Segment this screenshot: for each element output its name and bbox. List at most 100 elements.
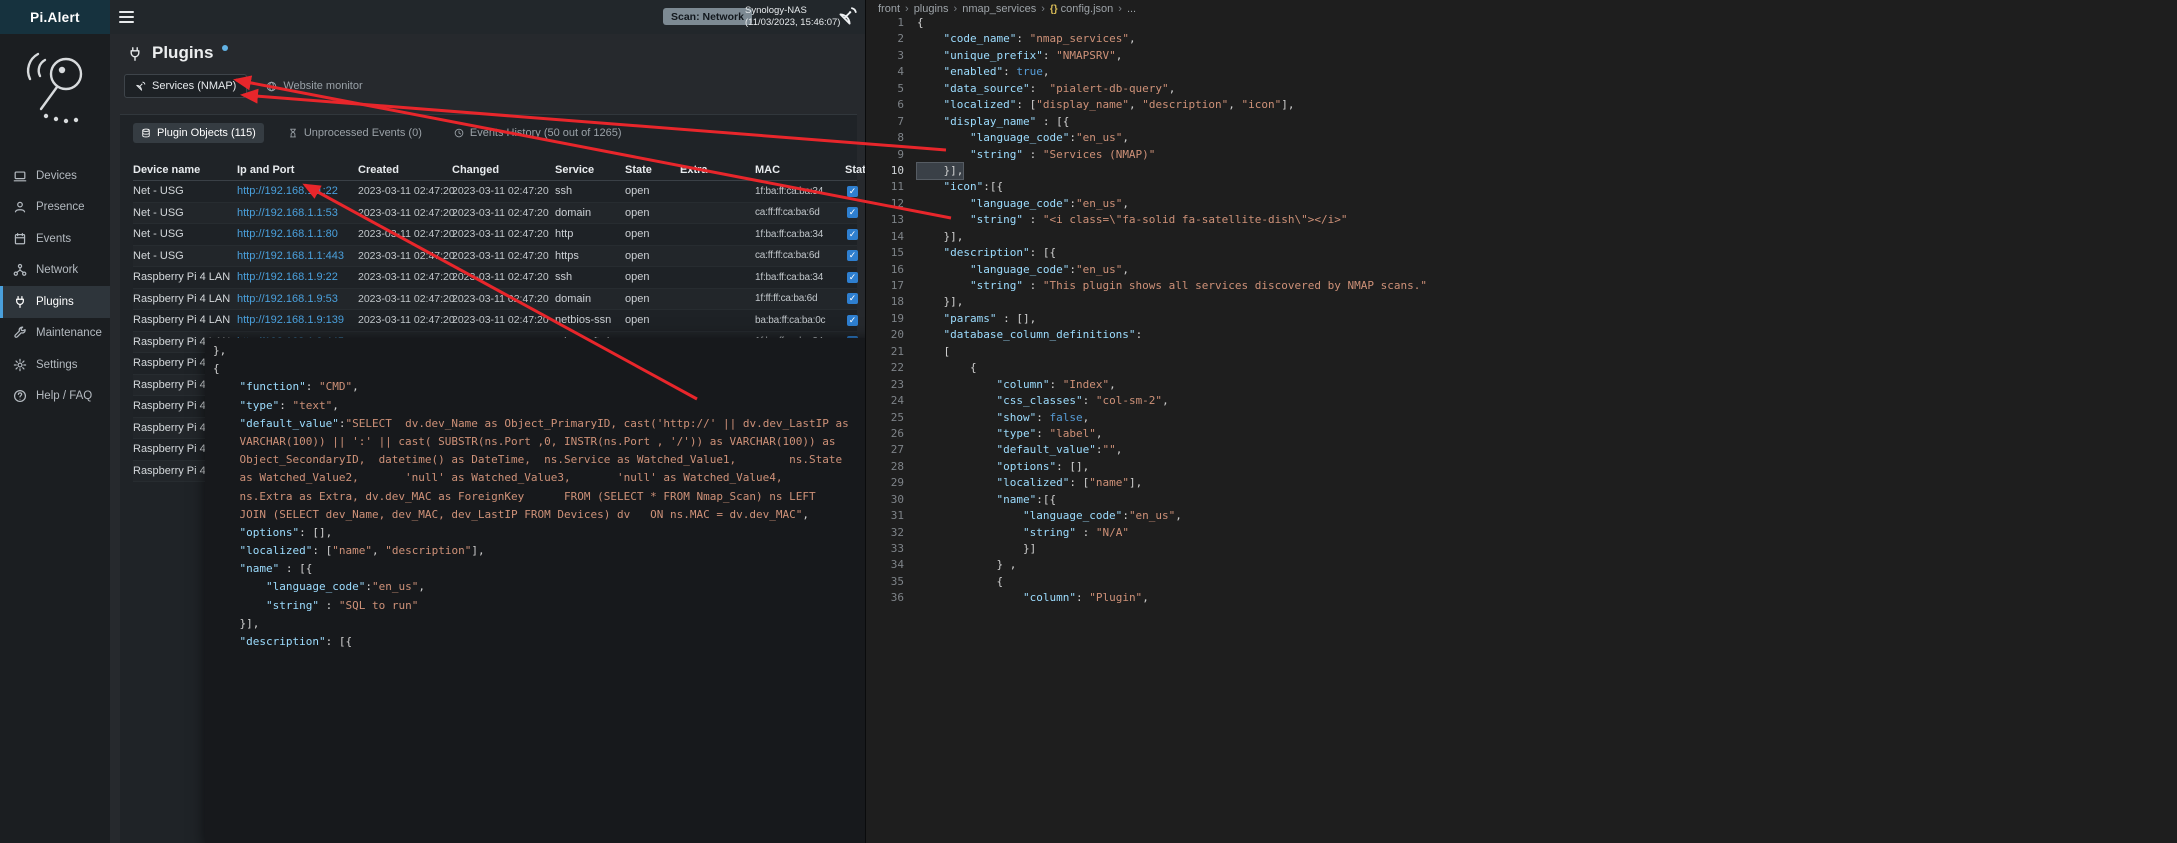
breadcrumb-item-front[interactable]: front <box>878 3 900 15</box>
breadcrumb-item-[interactable]: ... <box>1127 3 1136 15</box>
subtab-unprocessed-events-0[interactable]: Unprocessed Events (0) <box>280 123 430 143</box>
status-checkbox[interactable]: ✓ <box>847 293 858 304</box>
sidebar-item-network[interactable]: Network <box>0 255 110 287</box>
column-header[interactable]: State <box>625 164 680 176</box>
status-checkbox[interactable]: ✓ <box>847 250 858 261</box>
code-line-10[interactable]: 10 }], <box>870 163 1427 179</box>
status-checkbox[interactable]: ✓ <box>847 229 858 240</box>
tab-website-monitor[interactable]: Website monitor <box>255 74 373 98</box>
subtab-plugin-objects-115[interactable]: Plugin Objects (115) <box>133 123 264 143</box>
devices-icon <box>13 169 27 183</box>
code-line-29[interactable]: 29 "localized": ["name"], <box>870 475 1427 491</box>
code-line-8[interactable]: 8 "language_code":"en_us", <box>870 130 1427 146</box>
satellite-dish-icon[interactable] <box>837 6 858 32</box>
status-checkbox[interactable]: ✓ <box>847 315 858 326</box>
ip-port-link[interactable]: http://192.168.1.1:80 <box>237 228 358 240</box>
code-line-13[interactable]: 13 "string" : "<i class=\"fa-solid fa-sa… <box>870 212 1427 228</box>
table-row[interactable]: Raspberry Pi 4 LANhttp://192.168.1.9:139… <box>133 310 857 332</box>
sidebar-item-devices[interactable]: Devices <box>0 160 110 192</box>
brand-logo[interactable]: Pi.Alert <box>0 0 110 34</box>
code-line-30[interactable]: 30 "name":[{ <box>870 492 1427 508</box>
code-line-33[interactable]: 33 }] <box>870 541 1427 557</box>
status-checkbox[interactable]: ✓ <box>847 272 858 283</box>
device-name-cell: Net - USG <box>133 207 237 219</box>
code-line-32[interactable]: 32 "string" : "N/A" <box>870 525 1427 541</box>
created-cell: 2023-03-11 02:47:20 <box>358 207 452 219</box>
sidebar-item-events[interactable]: Events <box>0 223 110 255</box>
column-header[interactable]: Created <box>358 164 452 176</box>
line-number: 8 <box>870 130 917 146</box>
subtab-events-history-50-out-of-1265[interactable]: Events History (50 out of 1265) <box>446 123 630 143</box>
code-line-4[interactable]: 4 "enabled": true, <box>870 64 1427 80</box>
code-line-12[interactable]: 12 "language_code":"en_us", <box>870 196 1427 212</box>
code-line-6[interactable]: 6 "localized": ["display_name", "descrip… <box>870 97 1427 113</box>
code-line-17[interactable]: 17 "string" : "This plugin shows all ser… <box>870 278 1427 294</box>
table-row[interactable]: Net - USGhttp://192.168.1.1:802023-03-11… <box>133 224 857 246</box>
table-row[interactable]: Raspberry Pi 4 LANhttp://192.168.1.9:222… <box>133 267 857 289</box>
code-line-35[interactable]: 35 { <box>870 574 1427 590</box>
code-area[interactable]: 1{2 "code_name": "nmap_services",3 "uniq… <box>870 15 1427 607</box>
code-line-27[interactable]: 27 "default_value":"", <box>870 442 1427 458</box>
column-header[interactable]: Extra <box>680 164 755 176</box>
table-row[interactable]: Net - USGhttp://192.168.1.1:222023-03-11… <box>133 181 857 203</box>
topbar: Pi.Alert Scan: Network Synology-NAS (11/… <box>0 0 865 34</box>
column-header[interactable]: Changed <box>452 164 555 176</box>
code-line-21[interactable]: 21 [ <box>870 344 1427 360</box>
code-line-20[interactable]: 20 "database_column_definitions": <box>870 327 1427 343</box>
sidebar-item-maintenance[interactable]: Maintenance <box>0 318 110 350</box>
code-line-23[interactable]: 23 "column": "Index", <box>870 377 1427 393</box>
code-line-26[interactable]: 26 "type": "label", <box>870 426 1427 442</box>
code-line-24[interactable]: 24 "css_classes": "col-sm-2", <box>870 393 1427 409</box>
ip-port-link[interactable]: http://192.168.1.1:53 <box>237 207 358 219</box>
breadcrumb-item-plugins[interactable]: plugins <box>914 3 949 15</box>
column-header[interactable]: Ip and Port <box>237 164 358 176</box>
breadcrumb-item-config-json[interactable]: {}config.json <box>1050 3 1113 15</box>
line-content: "language_code":"en_us", <box>917 130 1129 146</box>
breadcrumb-item-nmap-services[interactable]: nmap_services <box>962 3 1036 15</box>
table-row[interactable]: Raspberry Pi 4 LANhttp://192.168.1.9:532… <box>133 289 857 311</box>
code-line-5[interactable]: 5 "data_source": "pialert-db-query", <box>870 81 1427 97</box>
sidebar-item-plugins[interactable]: Plugins <box>0 286 110 318</box>
mac-cell: ca:ff:ff:ca:ba:6d <box>755 250 845 261</box>
code-line-19[interactable]: 19 "params" : [], <box>870 311 1427 327</box>
state-cell: open <box>625 293 680 305</box>
column-header[interactable]: MAC <box>755 164 845 176</box>
table-row[interactable]: Net - USGhttp://192.168.1.1:532023-03-11… <box>133 203 857 225</box>
state-cell: open <box>625 207 680 219</box>
code-line-9[interactable]: 9 "string" : "Services (NMAP)" <box>870 147 1427 163</box>
sidebar-item-presence[interactable]: Presence <box>0 192 110 224</box>
column-header[interactable]: Service <box>555 164 625 176</box>
code-line-25[interactable]: 25 "show": false, <box>870 410 1427 426</box>
ip-port-link[interactable]: http://192.168.1.1:22 <box>237 185 358 197</box>
code-line-7[interactable]: 7 "display_name" : [{ <box>870 114 1427 130</box>
hamburger-icon[interactable] <box>119 11 134 23</box>
code-line-1[interactable]: 1{ <box>870 15 1427 31</box>
code-line-36[interactable]: 36 "column": "Plugin", <box>870 590 1427 606</box>
code-line-22[interactable]: 22 { <box>870 360 1427 376</box>
ip-port-link[interactable]: http://192.168.1.1:443 <box>237 250 358 262</box>
status-checkbox[interactable]: ✓ <box>847 186 858 197</box>
tab-services-nmap[interactable]: Services (NMAP) <box>124 74 247 98</box>
ip-port-link[interactable]: http://192.168.1.9:139 <box>237 314 358 326</box>
column-header[interactable]: Stat <box>845 164 866 176</box>
column-header[interactable]: Device name <box>133 164 237 176</box>
status-checkbox[interactable]: ✓ <box>847 207 858 218</box>
ip-port-link[interactable]: http://192.168.1.9:53 <box>237 293 358 305</box>
code-line-3[interactable]: 3 "unique_prefix": "NMAPSRV", <box>870 48 1427 64</box>
sidebar-item-help-faq[interactable]: Help / FAQ <box>0 381 110 413</box>
code-line-14[interactable]: 14 }], <box>870 229 1427 245</box>
code-line-28[interactable]: 28 "options": [], <box>870 459 1427 475</box>
code-line-31[interactable]: 31 "language_code":"en_us", <box>870 508 1427 524</box>
events-icon <box>13 232 27 246</box>
globe-icon <box>266 81 277 92</box>
code-line-2[interactable]: 2 "code_name": "nmap_services", <box>870 31 1427 47</box>
service-cell: https <box>555 250 625 262</box>
code-line-34[interactable]: 34 } , <box>870 557 1427 573</box>
sidebar-item-settings[interactable]: Settings <box>0 349 110 381</box>
code-line-16[interactable]: 16 "language_code":"en_us", <box>870 262 1427 278</box>
ip-port-link[interactable]: http://192.168.1.9:22 <box>237 271 358 283</box>
table-row[interactable]: Net - USGhttp://192.168.1.1:4432023-03-1… <box>133 246 857 268</box>
code-line-18[interactable]: 18 }], <box>870 294 1427 310</box>
code-line-11[interactable]: 11 "icon":[{ <box>870 179 1427 195</box>
code-line-15[interactable]: 15 "description": [{ <box>870 245 1427 261</box>
